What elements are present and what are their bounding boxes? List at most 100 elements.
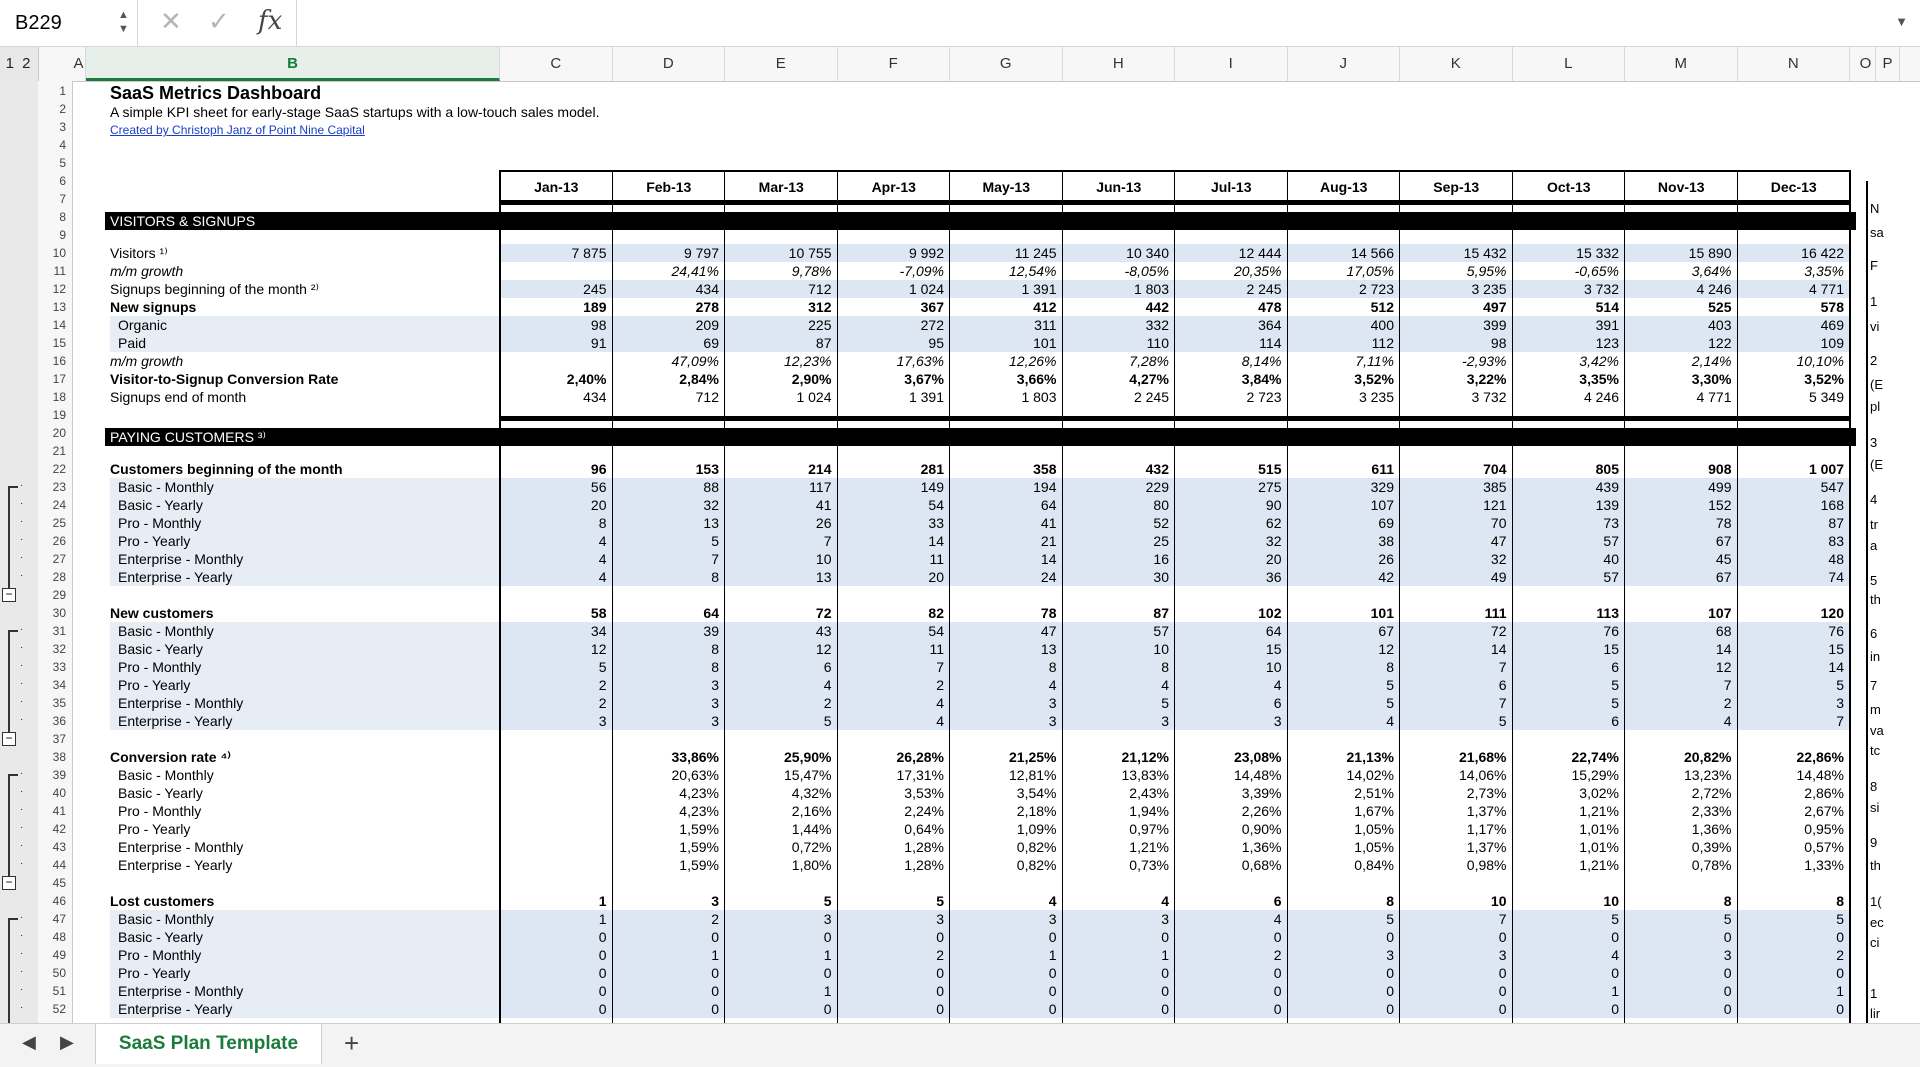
data-cell[interactable]: 6 xyxy=(1400,676,1507,694)
data-cell[interactable]: 275 xyxy=(1175,478,1281,496)
data-cell[interactable]: 525 xyxy=(1625,298,1731,316)
data-cell[interactable]: 14 xyxy=(1738,658,1844,676)
data-cell[interactable]: 9,78% xyxy=(725,262,832,280)
data-cell[interactable]: 3,53% xyxy=(838,784,944,802)
data-cell[interactable]: 121 xyxy=(1400,496,1506,514)
data-cell[interactable]: 3,22% xyxy=(1400,370,1507,388)
data-cell[interactable]: 4 xyxy=(500,568,607,586)
data-cell[interactable]: 8 xyxy=(613,568,719,586)
data-cell[interactable]: 0 xyxy=(1288,1000,1394,1018)
data-cell[interactable]: 80 xyxy=(1063,496,1169,514)
data-cell[interactable]: 0 xyxy=(500,964,607,982)
data-cell[interactable]: 7 xyxy=(1400,910,1507,928)
collapse-group-icon[interactable]: − xyxy=(2,876,16,890)
data-cell[interactable]: 2,26% xyxy=(1175,802,1282,820)
data-cell[interactable]: 20 xyxy=(500,496,607,514)
data-cell[interactable]: 6 xyxy=(1175,694,1282,712)
data-cell[interactable]: 4 xyxy=(1175,676,1282,694)
column-header-e[interactable]: E xyxy=(725,47,838,81)
data-cell[interactable]: 67 xyxy=(1625,532,1732,550)
data-cell[interactable]: 32 xyxy=(1175,532,1282,550)
column-header-k[interactable]: K xyxy=(1400,47,1513,81)
data-cell[interactable]: 64 xyxy=(1175,622,1282,640)
data-cell[interactable]: 6 xyxy=(1513,712,1619,730)
data-cell[interactable]: 87 xyxy=(725,334,832,352)
data-cell[interactable]: 8 xyxy=(500,514,607,532)
row-number[interactable]: 18 xyxy=(38,388,72,406)
data-cell[interactable]: 2,18% xyxy=(950,802,1057,820)
prev-sheet-icon[interactable]: ◀ xyxy=(22,1032,36,1053)
data-cell[interactable]: 1,01% xyxy=(1513,820,1619,838)
data-cell[interactable]: 12,26% xyxy=(950,352,1056,370)
data-cell[interactable]: 1 024 xyxy=(725,388,831,406)
row-number[interactable]: 40 xyxy=(38,784,72,802)
data-cell[interactable]: 3 xyxy=(950,694,1057,712)
column-header-d[interactable]: D xyxy=(613,47,725,81)
row-number[interactable]: 37 xyxy=(38,730,72,748)
data-cell[interactable]: 120 xyxy=(1738,604,1844,622)
data-cell[interactable]: 149 xyxy=(838,478,944,496)
data-cell[interactable]: 0 xyxy=(613,1000,719,1018)
data-cell[interactable]: 5 xyxy=(613,532,719,550)
data-cell[interactable]: 5 xyxy=(1063,694,1169,712)
data-cell[interactable]: 2,73% xyxy=(1400,784,1507,802)
data-cell[interactable]: 73 xyxy=(1513,514,1619,532)
data-cell[interactable]: 3 235 xyxy=(1288,388,1394,406)
row-label[interactable]: Pro - Yearly xyxy=(118,964,190,982)
data-cell[interactable]: 3,84% xyxy=(1175,370,1282,388)
data-cell[interactable]: 17,05% xyxy=(1288,262,1394,280)
data-cell[interactable]: 25,90% xyxy=(725,748,831,766)
data-cell[interactable]: 0,97% xyxy=(1063,820,1169,838)
data-cell[interactable]: 403 xyxy=(1625,316,1731,334)
row-number[interactable]: 8 xyxy=(38,208,72,226)
data-cell[interactable]: 13 xyxy=(725,568,832,586)
data-cell[interactable]: 2 723 xyxy=(1288,280,1394,298)
data-cell[interactable]: 194 xyxy=(950,478,1056,496)
data-cell[interactable]: 57 xyxy=(1513,568,1619,586)
data-cell[interactable]: 12 xyxy=(1288,640,1394,658)
row-number[interactable]: 44 xyxy=(38,856,72,874)
next-sheet-icon[interactable]: ▶ xyxy=(60,1032,74,1053)
row-label[interactable]: New customers xyxy=(110,604,213,622)
data-cell[interactable]: 8 xyxy=(1288,892,1394,910)
data-cell[interactable]: 1 391 xyxy=(838,388,944,406)
data-cell[interactable]: 0 xyxy=(1625,982,1732,1000)
column-header-m[interactable]: M xyxy=(1625,47,1738,81)
row-label[interactable]: Enterprise - Monthly xyxy=(118,550,243,568)
row-label[interactable]: Pro - Yearly xyxy=(118,532,190,550)
data-cell[interactable]: 1,59% xyxy=(613,820,719,838)
data-cell[interactable]: 4 246 xyxy=(1625,280,1731,298)
data-cell[interactable]: 0 xyxy=(725,964,832,982)
data-cell[interactable]: 10 xyxy=(1513,892,1619,910)
data-cell[interactable]: 5 xyxy=(1513,910,1619,928)
row-number[interactable]: 41 xyxy=(38,802,72,820)
data-cell[interactable]: 2,72% xyxy=(1625,784,1732,802)
data-cell[interactable]: 78 xyxy=(1625,514,1732,532)
data-cell[interactable]: 36 xyxy=(1175,568,1282,586)
data-cell[interactable]: 0 xyxy=(1175,982,1282,1000)
row-label[interactable]: Enterprise - Yearly xyxy=(118,568,232,586)
row-label[interactable]: Basic - Monthly xyxy=(118,766,214,784)
row-label[interactable]: Enterprise - Yearly xyxy=(118,1000,232,1018)
row-number[interactable]: 3 xyxy=(38,118,72,136)
data-cell[interactable]: 214 xyxy=(725,460,831,478)
data-cell[interactable]: 0,98% xyxy=(1400,856,1507,874)
data-cell[interactable]: 3,52% xyxy=(1738,370,1844,388)
data-cell[interactable]: 515 xyxy=(1175,460,1281,478)
data-cell[interactable]: 0 xyxy=(1288,964,1394,982)
data-cell[interactable]: 0 xyxy=(1738,928,1844,946)
row-label[interactable]: Signups end of month xyxy=(110,388,246,406)
data-cell[interactable]: 0 xyxy=(613,982,719,1000)
data-cell[interactable]: 0 xyxy=(1625,964,1732,982)
data-cell[interactable]: 20,35% xyxy=(1175,262,1281,280)
row-label[interactable]: Basic - Monthly xyxy=(118,910,214,928)
row-label[interactable]: Basic - Monthly xyxy=(118,622,214,640)
data-cell[interactable]: 10 xyxy=(725,550,832,568)
row-number[interactable]: 47 xyxy=(38,910,72,928)
row-label[interactable]: Visitor-to-Signup Conversion Rate xyxy=(110,370,338,388)
data-cell[interactable]: 21,12% xyxy=(1063,748,1169,766)
row-label[interactable]: Basic - Yearly xyxy=(118,784,203,802)
data-cell[interactable]: 1,94% xyxy=(1063,802,1169,820)
data-cell[interactable]: 14 xyxy=(1625,640,1732,658)
data-cell[interactable]: 908 xyxy=(1625,460,1731,478)
